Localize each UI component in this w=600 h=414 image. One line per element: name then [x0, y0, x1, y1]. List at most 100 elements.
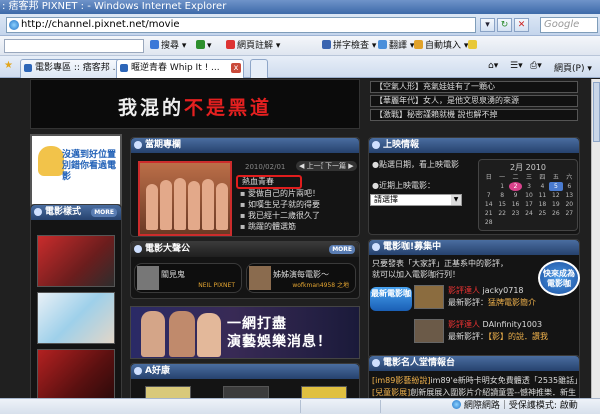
close-tab-icon[interactable]: x — [231, 63, 241, 73]
more-button[interactable]: MORE — [329, 245, 355, 254]
more-button[interactable]: MORE — [91, 208, 117, 217]
calendar-day[interactable]: 28 — [482, 218, 495, 227]
banner-headline-part1: 我混的 — [117, 97, 184, 119]
calendar-day[interactable]: 2 — [508, 182, 523, 191]
fan-card[interactable]: 關見鬼 NEIL PIXNET — [134, 263, 242, 293]
review-item[interactable]: 影評達人 DAInfinity1003 最新影評：【影】的說．讚我 — [414, 319, 574, 345]
toolbar-pencil-button[interactable] — [468, 39, 479, 53]
deal-thumbnail[interactable] — [145, 386, 191, 398]
toolbar-translate-page-button[interactable]: 網頁註解 ▾ — [226, 39, 280, 53]
mascot-ad[interactable]: 沒邁到好位置 別錯你看過電影 — [30, 134, 122, 214]
panel-title: 當期專欄 — [145, 140, 182, 150]
showtimes-calendar[interactable]: 2月 2010 日一二三四五六 1 2 3 4 5 6 7 8 9 10 11 12 13 14 15 16 17… — [478, 159, 578, 231]
toolbar-search-field[interactable] — [4, 39, 144, 53]
print-icon[interactable]: ⎙▾ — [530, 61, 542, 71]
calendar-day[interactable]: 27 — [563, 209, 576, 218]
feature-hot-tag[interactable]: 熱血青春 — [236, 175, 302, 189]
top-banner-ad[interactable]: 我混的不是黑道 — [30, 79, 360, 129]
calendar-day[interactable]: 19 — [549, 200, 562, 209]
calendar-day[interactable]: 13 — [563, 191, 576, 200]
calendar-day[interactable]: 20 — [563, 200, 576, 209]
fan-name: 關見鬼 — [161, 270, 185, 279]
calendar-day[interactable]: 21 — [482, 209, 495, 218]
movie-style-thumbnail[interactable] — [37, 292, 115, 344]
quote-item[interactable]: [im89影藝紛說]im89'e新時卡明女免費體透「2535雖話」路 — [372, 375, 582, 386]
toolbar-search-button[interactable]: 搜尋 ▾ — [150, 39, 186, 53]
bullet-icon — [372, 243, 380, 251]
calendar-day[interactable]: 4 — [536, 182, 549, 191]
calendar-weekday: 六 — [566, 174, 573, 181]
calendar-day[interactable]: 7 — [482, 191, 495, 200]
feature-headline[interactable]: 如嘆生兒子就的得要 — [240, 200, 360, 210]
calendar-day[interactable]: 15 — [495, 200, 508, 209]
recent-movies-select[interactable]: 請選擇 ▼ — [370, 194, 462, 206]
calendar-day[interactable]: 1 — [495, 182, 508, 191]
toolbar-translate-button[interactable]: 翻譯 ▾ — [378, 39, 414, 53]
feature-headline[interactable]: 跳躍的體選筋 — [240, 222, 360, 232]
reviewer-name: DAInfinity1003 — [482, 320, 543, 329]
dropdown-arrow-icon[interactable]: ▾ — [480, 18, 495, 32]
feature-headline[interactable]: 愛做自己的片兩吧！ — [240, 189, 360, 199]
calendar-day[interactable]: 14 — [482, 200, 495, 209]
toolbar-autofill-label: 自動填入 — [425, 41, 462, 51]
refresh-icon[interactable]: ↻ — [497, 18, 512, 32]
calendar-day[interactable]: 16 — [509, 200, 522, 209]
tab-whip-it-label: 暱逆青春 Whip It ! ... — [131, 63, 220, 73]
calendar-day[interactable]: 8 — [495, 191, 508, 200]
tab-channel-label: 電影專區 :: 痞客邦 ... — [35, 63, 122, 73]
new-tab-button[interactable] — [250, 59, 268, 78]
calendar-day[interactable]: 10 — [522, 191, 535, 200]
url-field[interactable]: http://channel.pixnet.net/movie — [6, 17, 476, 33]
deal-thumbnail[interactable] — [301, 386, 347, 398]
calendar-weekday: 二 — [512, 174, 519, 181]
calendar-day[interactable]: 25 — [536, 209, 549, 218]
news-link[interactable]: 【華麗年代】女人，是他文思泉湧的來源 — [370, 95, 578, 107]
calendar-day[interactable]: 3 — [522, 182, 535, 191]
promo-person-figure — [169, 311, 195, 357]
calendar-day[interactable]: 18 — [536, 200, 549, 209]
calendar-day[interactable]: 6 — [563, 182, 576, 191]
stop-icon[interactable]: ✕ — [514, 18, 529, 32]
feature-photo[interactable] — [138, 161, 232, 236]
tab-whip-it[interactable]: 暱逆青春 Whip It ! ... x — [116, 59, 244, 78]
calendar-day[interactable]: 5 — [549, 182, 563, 191]
movie-style-thumbnail[interactable] — [37, 349, 115, 398]
web-page: 我混的不是黑道 【空氣人形】充氣娃娃有了一顆心 【華麗年代】女人，是他文思泉湧的… — [0, 79, 600, 398]
avatar — [414, 285, 444, 309]
scrollbar-thumb[interactable] — [593, 82, 600, 142]
toolbar-spellcheck-button[interactable]: 拼字檢查 ▾ — [322, 39, 376, 53]
calendar-day[interactable]: 17 — [522, 200, 535, 209]
review-item[interactable]: 影評達人 jacky0718 最新影評：猛牌電影簡介 — [414, 285, 574, 311]
calendar-weekday: 五 — [552, 174, 559, 181]
feature-headline[interactable]: 我已經十二歲很久了 — [240, 211, 360, 221]
security-zone[interactable]: 網際網路｜受保護模式: 啟動 — [452, 399, 578, 414]
search-input[interactable]: Google — [540, 17, 598, 33]
page-menu-button[interactable]: 網頁(P) ▾ — [554, 61, 592, 74]
vertical-scrollbar[interactable] — [591, 79, 600, 398]
home-icon[interactable]: ⌂▾ — [488, 61, 498, 71]
calendar-day — [482, 182, 495, 191]
quote-user: [兒童影展] — [372, 388, 411, 397]
calendar-day[interactable]: 23 — [509, 209, 522, 218]
reviewer: 影評達人 DAInfinity1003 — [448, 319, 542, 330]
calendar-weekday: 日 — [485, 174, 492, 181]
news-link[interactable]: 【激戰】秘密謹賴就機 說也解不掉 — [370, 109, 578, 121]
calendar-day[interactable]: 24 — [522, 209, 535, 218]
calendar-day[interactable]: 26 — [549, 209, 562, 218]
news-link[interactable]: 【空氣人形】充氣娃娃有了一顆心 — [370, 81, 578, 93]
feeds-icon[interactable]: ☰▾ — [510, 61, 523, 71]
calendar-day[interactable]: 9 — [509, 191, 522, 200]
toolbar-autofill-button[interactable]: 自動填入 ▾ — [414, 39, 468, 53]
favorites-star-icon[interactable]: ★ — [4, 61, 14, 71]
calendar-day[interactable]: 22 — [495, 209, 508, 218]
mascot-line2: 別錯你看過電影 — [62, 161, 117, 182]
entertainment-promo-banner[interactable]: 一網打盡 演藝娛樂消息！ — [130, 306, 360, 359]
next-article-button[interactable]: 下一篇 ▶ — [322, 161, 357, 171]
deal-thumbnail[interactable] — [223, 386, 269, 398]
quote-item[interactable]: [兒童影展]創新展展入圍影片介紹讀童雲--憾神推樂．新生 — [372, 387, 582, 398]
fan-card[interactable]: 姊姊演每電影～ wofkman4958 之地 — [246, 263, 356, 293]
movie-style-thumbnail[interactable] — [37, 235, 115, 287]
calendar-day[interactable]: 12 — [549, 191, 562, 200]
toolbar-bookmark-button[interactable]: ▾ — [196, 39, 212, 53]
calendar-day[interactable]: 11 — [536, 191, 549, 200]
